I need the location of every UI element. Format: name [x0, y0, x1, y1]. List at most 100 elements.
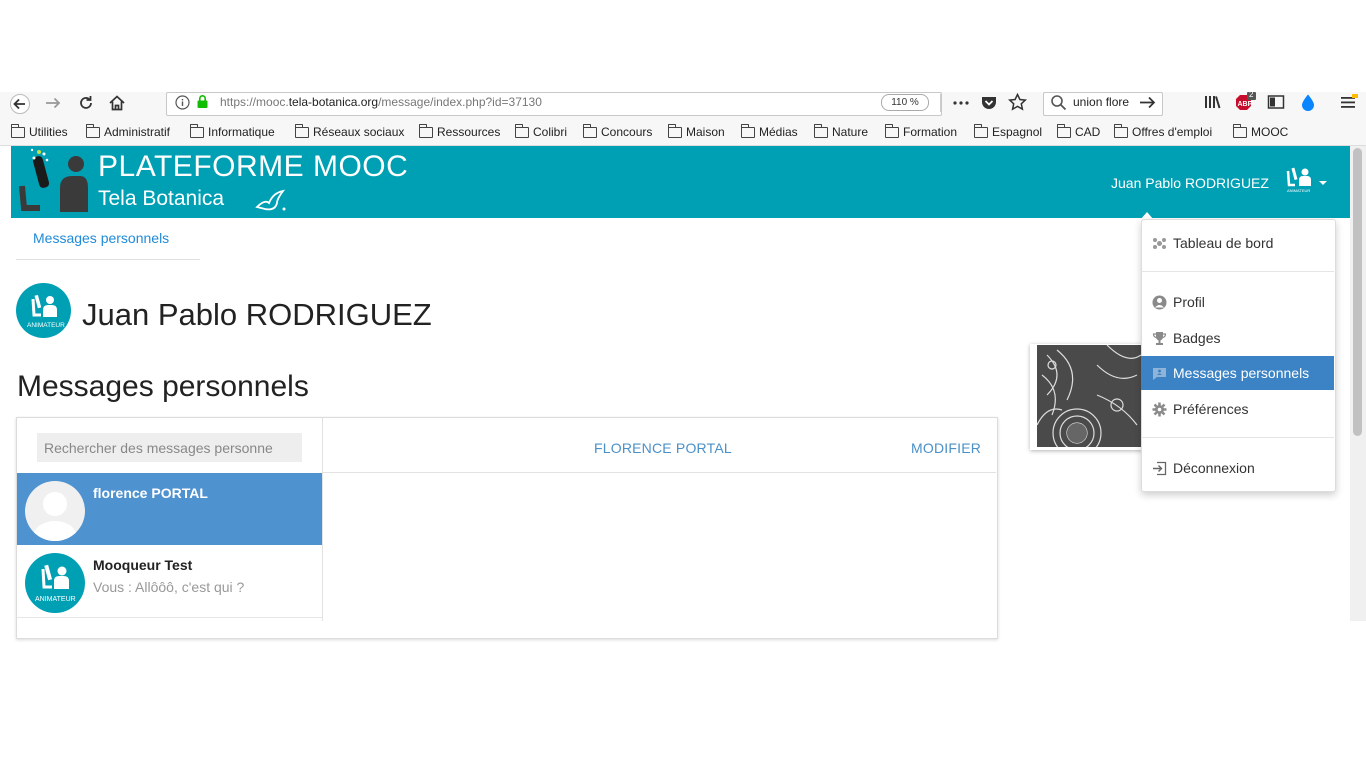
bookmark-folder[interactable]: Ressources	[419, 123, 501, 139]
bookmark-folder[interactable]: Nature	[814, 123, 869, 139]
extension-drop-button[interactable]	[1300, 93, 1316, 111]
mandala-image	[1037, 345, 1142, 447]
user-avatar-icon[interactable]: ANIMATEUR	[1285, 165, 1313, 193]
bookmark-folder[interactable]: Informatique	[190, 123, 275, 139]
message-search-input[interactable]	[37, 433, 302, 462]
bookmark-folder[interactable]: Espagnol	[974, 123, 1042, 139]
home-button[interactable]	[108, 94, 126, 112]
site-title[interactable]: PLATEFORME MOOC	[98, 150, 408, 184]
bookmark-folder[interactable]: Concours	[583, 123, 652, 139]
search-query[interactable]: union flore	[1073, 95, 1129, 109]
folder-icon	[419, 123, 433, 138]
bookmark-folder[interactable]: Offres d'emploi	[1114, 123, 1213, 139]
svg-text:ABP: ABP	[1238, 101, 1253, 108]
folder-icon	[11, 123, 25, 138]
site-subtitle[interactable]: Tela Botanica	[98, 187, 224, 211]
menu-item-logout[interactable]: Déconnexion	[1141, 451, 1334, 485]
conversation-name: Mooqueur Test	[93, 557, 193, 573]
bookmark-folder[interactable]: Administratif	[86, 123, 171, 139]
more-dots-icon	[953, 101, 969, 105]
menu-item-label: Préférences	[1173, 401, 1249, 417]
forward-button[interactable]	[44, 95, 62, 111]
folder-icon	[741, 123, 755, 138]
menu-item-preferences[interactable]: Préférences	[1141, 392, 1334, 426]
edit-button[interactable]: MODIFIER	[911, 440, 981, 456]
page-title: Messages personnels	[17, 370, 309, 403]
bookmark-label: MOOC	[1251, 125, 1289, 139]
pocket-button[interactable]	[980, 94, 998, 111]
conversation-item[interactable]: florence PORTAL	[17, 473, 322, 545]
bookmark-folder[interactable]: Réseaux sociaux	[295, 123, 405, 139]
bookmark-label: Nature	[832, 125, 869, 139]
panel-divider	[323, 472, 996, 473]
conversation-title[interactable]: FLORENCE PORTAL	[594, 440, 732, 456]
menu-item-messages[interactable]: Messages personnels	[1141, 356, 1334, 390]
menu-button[interactable]	[1340, 94, 1358, 110]
bookmark-label: Utilities	[29, 125, 68, 139]
folder-icon	[1114, 123, 1128, 138]
adblock-icon: ABP	[1236, 92, 1256, 110]
bookmark-label: Administratif	[104, 125, 171, 139]
menu-item-label: Déconnexion	[1173, 460, 1255, 476]
menu-item-label: Tableau de bord	[1173, 235, 1274, 251]
library-button[interactable]	[1204, 94, 1222, 110]
folder-icon	[86, 123, 100, 138]
bookmark-folder[interactable]: CAD	[1057, 123, 1101, 139]
scrollbar-thumb[interactable]	[1353, 148, 1362, 436]
conversation-name: florence PORTAL	[93, 485, 208, 501]
dashboard-icon	[1152, 236, 1167, 251]
page-actions-button[interactable]	[952, 95, 970, 111]
user-menu-toggle[interactable]: Juan Pablo RODRIGUEZ	[1111, 175, 1269, 191]
pocket-icon	[982, 97, 996, 109]
sidebar-toggle-button[interactable]	[1267, 94, 1285, 110]
svg-text:ANIMATEUR: ANIMATEUR	[35, 596, 76, 603]
profile-name: Juan Pablo RODRIGUEZ	[82, 297, 432, 332]
folder-icon	[515, 123, 529, 138]
course-image-card[interactable]	[1030, 344, 1143, 450]
adblock-button[interactable]: ABP 2	[1234, 90, 1258, 112]
bookmark-folder[interactable]: Colibri	[515, 123, 567, 139]
bookmark-label: Offres d'emploi	[1132, 125, 1213, 139]
sidebar-icon	[1267, 95, 1285, 109]
folder-icon	[974, 123, 988, 138]
folder-icon	[1233, 123, 1247, 138]
menu-item-badges[interactable]: Badges	[1141, 321, 1334, 355]
profile-avatar[interactable]: ANIMATEUR	[16, 283, 71, 338]
bookmark-star-button[interactable]	[1008, 93, 1027, 111]
reload-icon	[80, 96, 92, 109]
conversation-item[interactable]: ANIMATEUR Mooqueur Test Vous : Allôôô, c…	[17, 545, 322, 618]
bookmark-folder[interactable]: Formation	[885, 123, 958, 139]
folder-icon	[1057, 123, 1071, 138]
conversation-snippet: Vous : Allôôô, c'est qui ?	[93, 579, 245, 595]
lock-icon	[196, 94, 209, 109]
zoom-indicator[interactable]: 110 %	[881, 94, 929, 111]
svg-text:ANIMATEUR: ANIMATEUR	[27, 322, 65, 329]
info-icon[interactable]	[175, 95, 190, 110]
bookmark-label: Formation	[903, 125, 958, 139]
back-button[interactable]	[10, 94, 32, 114]
url-text[interactable]: https://mooc.tela-botanica.org/message/i…	[220, 94, 542, 110]
menu-item-dashboard[interactable]: Tableau de bord	[1141, 226, 1334, 260]
toolbar-divider	[940, 94, 941, 112]
home-icon	[109, 95, 125, 111]
bookmark-label: Réseaux sociaux	[313, 125, 405, 139]
search-go-button[interactable]	[1139, 95, 1157, 110]
bookmark-folder[interactable]: Médias	[741, 123, 798, 139]
menu-item-label: Profil	[1173, 294, 1205, 310]
nav-tab-messages[interactable]: Messages personnels	[33, 230, 169, 246]
site-logo-icon[interactable]	[14, 146, 90, 214]
menu-item-label: Badges	[1173, 330, 1221, 346]
reload-button[interactable]	[77, 94, 95, 112]
folder-icon	[190, 123, 204, 138]
panel-divider	[322, 418, 323, 621]
svg-text:ANIMATEUR: ANIMATEUR	[1287, 188, 1310, 193]
bookmark-folder[interactable]: Maison	[668, 123, 725, 139]
bookmark-folder[interactable]: MOOC	[1233, 123, 1289, 139]
bookmark-folder[interactable]: Utilities	[11, 123, 68, 139]
bookmark-label: CAD	[1075, 125, 1101, 139]
caret-down-icon[interactable]	[1318, 180, 1328, 186]
hamburger-icon	[1341, 94, 1358, 108]
bookmark-label: Ressources	[437, 125, 501, 139]
bookmark-label: Médias	[759, 125, 798, 139]
menu-item-profile[interactable]: Profil	[1141, 285, 1334, 319]
